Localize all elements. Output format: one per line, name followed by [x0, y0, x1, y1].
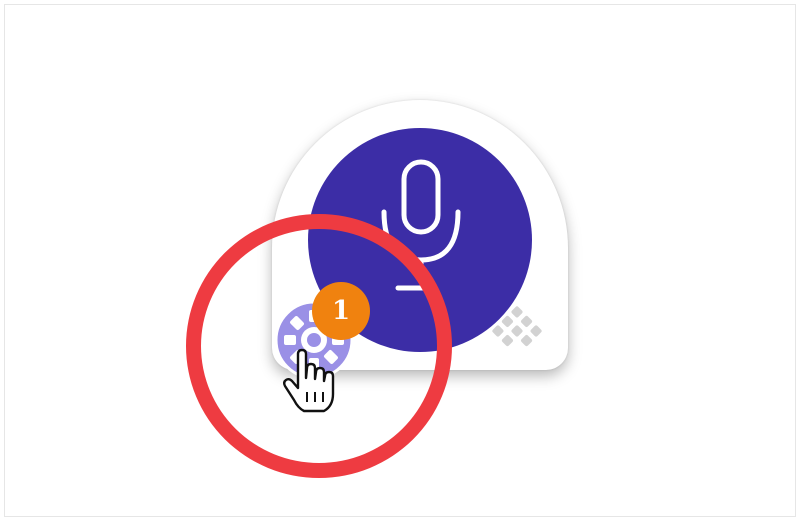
notification-badge: 1	[312, 282, 370, 340]
grip-dots-icon[interactable]	[486, 300, 548, 362]
